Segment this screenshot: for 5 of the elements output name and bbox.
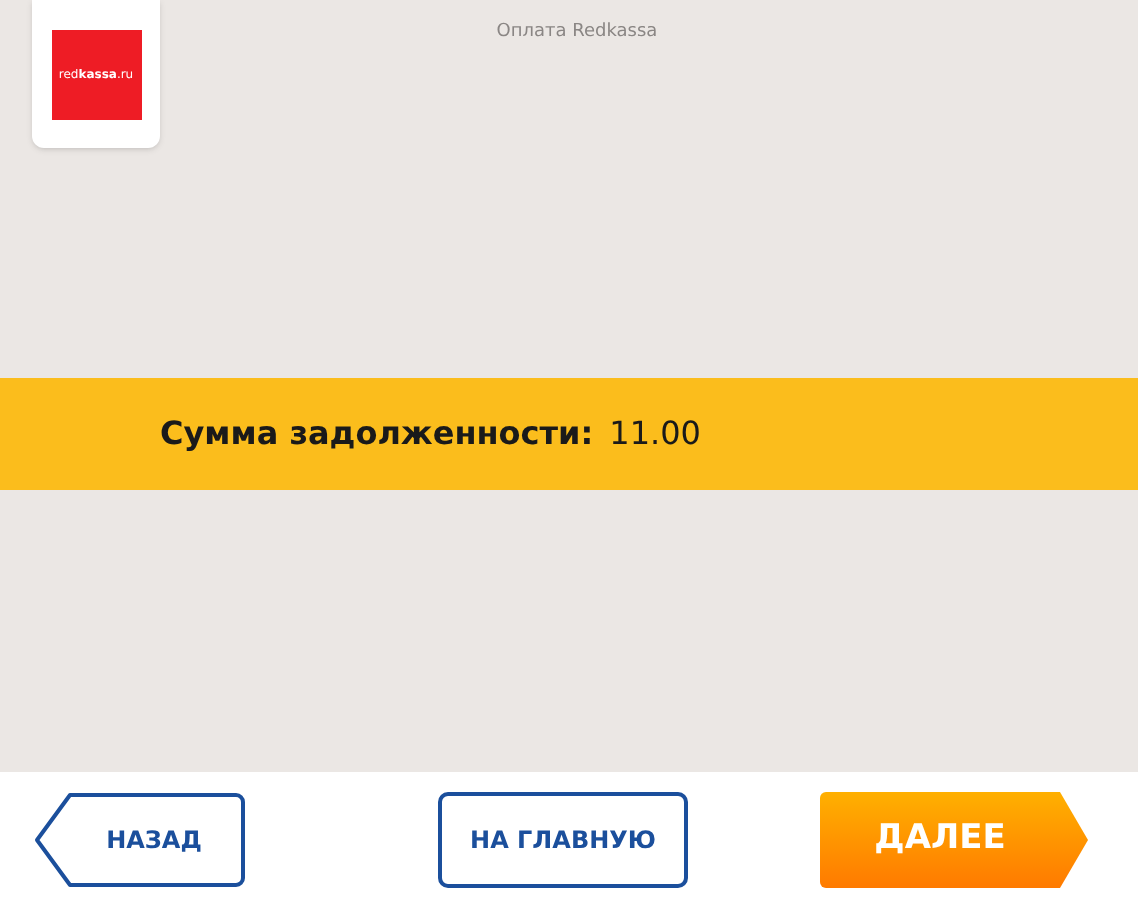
home-button[interactable]: НА ГЛАВНУЮ [438, 792, 688, 888]
debt-label: Сумма задолженности: [160, 412, 594, 456]
back-button[interactable]: НАЗАД [34, 792, 246, 888]
debt-amount: 11.00 [609, 412, 701, 456]
page-title: Оплата Redkassa [496, 20, 658, 46]
